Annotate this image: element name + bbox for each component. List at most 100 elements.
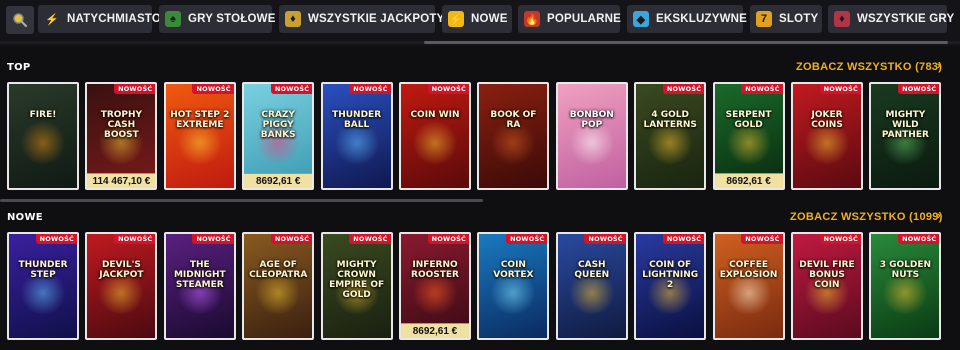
game-title: COIN VORTEX xyxy=(493,260,534,280)
fire-icon: 🔥 xyxy=(524,11,540,27)
new-badge: NOWOŚĆ xyxy=(506,234,548,244)
game-title: THUNDER STEP xyxy=(18,260,68,280)
game-tile[interactable]: THUNDER BALL NOWOŚĆ xyxy=(320,82,393,190)
lightning-bolt-icon: ⚡ xyxy=(448,11,464,27)
game-title: COIN OF LIGHTNING 2 xyxy=(642,260,699,290)
new-badge: NOWOŚĆ xyxy=(427,234,469,244)
category-label: GRY STOŁOWE xyxy=(188,13,276,25)
jackpot-icon: ♦ xyxy=(285,11,301,27)
card-table-icon: ♠ xyxy=(165,11,181,27)
category-popularne[interactable]: 🔥 POPULARNE xyxy=(518,5,622,33)
search-icon xyxy=(13,13,28,28)
game-tile[interactable]: COIN WIN NOWOŚĆ xyxy=(399,82,471,190)
new-badge: NOWOŚĆ xyxy=(114,234,156,244)
game-tile[interactable]: COIN OF LIGHTNING 2 NOWOŚĆ xyxy=(634,232,707,340)
game-title: 4 GOLD LANTERNS xyxy=(643,110,697,130)
top-row-scrollbar[interactable] xyxy=(0,199,483,202)
category-natychmiastowe[interactable]: ⚡ NATYCHMIASTOWE xyxy=(38,5,180,33)
new-badge: NOWOŚĆ xyxy=(114,84,156,94)
game-tile[interactable]: BONBON POP xyxy=(555,82,628,190)
slot-seven-icon: 7 xyxy=(756,11,772,27)
game-tile[interactable]: COFFEE EXPLOSION NOWOŚĆ xyxy=(712,232,785,340)
game-tile[interactable]: INFERNO ROOSTER NOWOŚĆ 8692,61 € xyxy=(399,232,471,340)
see-all-top-link[interactable]: ZOBACZ WSZYSTKO (783) xyxy=(796,61,942,73)
game-artwork xyxy=(411,122,459,164)
category-label: EKSKLUZYWNE xyxy=(656,13,748,25)
game-title: MIGHTY CROWN EMPIRE OF GOLD xyxy=(329,260,385,300)
game-title: JOKER COINS xyxy=(811,110,843,130)
game-tile[interactable]: TROPHY CASH BOOST NOWOŚĆ 114 467,10 € xyxy=(85,82,158,190)
new-badge: NOWOŚĆ xyxy=(584,234,626,244)
new-badge: NOWOŚĆ xyxy=(427,84,469,94)
game-title: THE MIDNIGHT STEAMER xyxy=(173,260,226,290)
game-tile[interactable]: COIN VORTEX NOWOŚĆ xyxy=(477,232,550,340)
category-label: WSZYSTKIE JACKPOTY xyxy=(308,13,445,25)
game-tile[interactable]: MIGHTY WILD PANTHER NOWOŚĆ xyxy=(869,82,942,190)
game-title: FIRE! xyxy=(29,110,57,120)
game-artwork xyxy=(19,122,67,164)
game-tile[interactable]: THE MIDNIGHT STEAMER NOWOŚĆ xyxy=(163,232,236,340)
lightning-bolt-icon: ⚡ xyxy=(44,11,60,27)
see-all-new-link[interactable]: ZOBACZ WSZYSTKO (1099) xyxy=(790,211,943,223)
game-title: DEVIL'S JACKPOT xyxy=(99,260,144,280)
new-badge: NOWOŚĆ xyxy=(819,234,861,244)
new-badge: NOWOŚĆ xyxy=(662,234,705,244)
game-tile[interactable]: DEVIL FIRE BONUS COIN NOWOŚĆ xyxy=(791,232,863,340)
category-label: POPULARNE xyxy=(547,13,622,25)
section-title-top: TOP xyxy=(7,62,31,73)
game-tile[interactable]: AGE OF CLEOPATRA NOWOŚĆ xyxy=(242,232,315,340)
game-title: HOT STEP 2 EXTREME xyxy=(170,110,230,130)
category-wszystkie-jackpoty[interactable]: ♦ WSZYSTKIE JACKPOTY xyxy=(279,5,444,33)
jackpot-amount: 114 467,10 € xyxy=(87,173,156,188)
game-title: THUNDER BALL xyxy=(332,110,382,130)
new-badge: NOWOŚĆ xyxy=(819,84,861,94)
new-badge: NOWOŚĆ xyxy=(741,84,783,94)
diamond-icon: ◆ xyxy=(633,11,649,27)
category-label: SLOTY xyxy=(779,13,819,25)
new-badge: NOWOŚĆ xyxy=(662,84,705,94)
category-gry-stołowe[interactable]: ♠ GRY STOŁOWE xyxy=(159,5,275,33)
game-tile[interactable]: MIGHTY CROWN EMPIRE OF GOLD NOWOŚĆ xyxy=(320,232,393,340)
gem-icon: ♦ xyxy=(834,11,850,27)
new-badge: NOWOŚĆ xyxy=(192,234,234,244)
game-tile[interactable]: BOOK OF RA xyxy=(477,82,550,190)
search-button[interactable] xyxy=(6,6,34,34)
game-title: CASH QUEEN xyxy=(574,260,610,280)
game-title: DEVIL FIRE BONUS COIN xyxy=(799,260,855,290)
new-badge: NOWOŚĆ xyxy=(898,84,940,94)
game-title: AGE OF CLEOPATRA xyxy=(249,260,308,280)
game-tile[interactable]: CASH QUEEN NOWOŚĆ xyxy=(555,232,628,340)
new-badge: NOWOŚĆ xyxy=(349,234,391,244)
game-title: MIGHTY WILD PANTHER xyxy=(881,110,929,140)
new-badge: NOWOŚĆ xyxy=(270,234,313,244)
game-tile[interactable]: FIRE! xyxy=(7,82,79,190)
see-all-new-chevron-icon[interactable]: › xyxy=(937,210,941,222)
game-tile[interactable]: DEVIL'S JACKPOT NOWOŚĆ xyxy=(85,232,158,340)
new-badge: NOWOŚĆ xyxy=(349,84,391,94)
game-tile[interactable]: CRAZY PIGGY BANKS NOWOŚĆ 8692,61 € xyxy=(242,82,315,190)
jackpot-amount: 8692,61 € xyxy=(244,173,313,188)
new-badge: NOWOŚĆ xyxy=(741,234,783,244)
category-ekskluzywne[interactable]: ◆ EKSKLUZYWNE xyxy=(627,5,747,33)
new-badge: NOWOŚĆ xyxy=(35,234,77,244)
game-tile[interactable]: HOT STEP 2 EXTREME NOWOŚĆ xyxy=(163,82,236,190)
game-title: 3 GOLDEN NUTS xyxy=(879,260,932,280)
category-wszystkie-gry[interactable]: ♦ WSZYSTKIE GRY xyxy=(828,5,954,33)
category-nowe[interactable]: ⚡ NOWE xyxy=(442,5,512,33)
category-label: NOWE xyxy=(471,13,508,25)
new-badge: NOWOŚĆ xyxy=(270,84,313,94)
game-title: BONBON POP xyxy=(569,110,614,130)
game-title: TROPHY CASH BOOST xyxy=(100,110,143,140)
new-badge: NOWOŚĆ xyxy=(192,84,234,94)
game-tile[interactable]: 4 GOLD LANTERNS NOWOŚĆ xyxy=(634,82,707,190)
category-label: WSZYSTKIE GRY xyxy=(857,13,955,25)
see-all-top-chevron-icon[interactable]: › xyxy=(937,60,941,72)
game-tile[interactable]: SERPENT GOLD NOWOŚĆ 8692,61 € xyxy=(712,82,785,190)
game-tile[interactable]: 3 GOLDEN NUTS NOWOŚĆ xyxy=(869,232,942,340)
game-tile[interactable]: JOKER COINS NOWOŚĆ xyxy=(791,82,863,190)
game-tile[interactable]: THUNDER STEP NOWOŚĆ xyxy=(7,232,79,340)
category-scrollbar[interactable] xyxy=(424,41,948,44)
game-title: BOOK OF RA xyxy=(490,110,537,130)
category-sloty[interactable]: 7 SLOTY xyxy=(750,5,822,33)
game-title: COIN WIN xyxy=(410,110,460,120)
